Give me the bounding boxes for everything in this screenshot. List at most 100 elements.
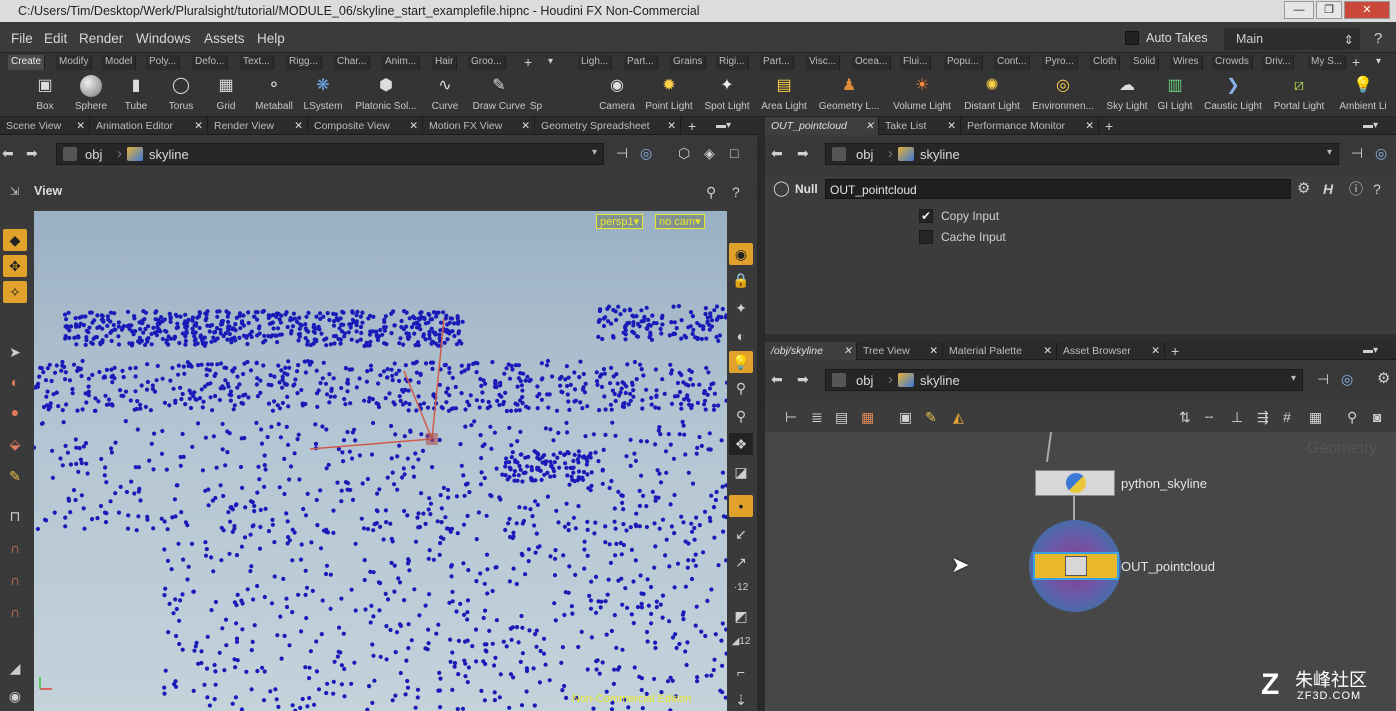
shelf-tab-lights[interactable]: Ligh... bbox=[578, 55, 613, 70]
wireframe-icon[interactable]: ◪ bbox=[729, 461, 753, 483]
tab-performance-monitor[interactable]: Performance Monitor ✕ bbox=[961, 117, 1099, 135]
magnet-4-icon[interactable]: ∩ bbox=[3, 601, 27, 623]
tool-gi-light[interactable]: ▥ GI Light bbox=[1146, 73, 1204, 112]
add-shelf-icon[interactable]: + bbox=[524, 53, 532, 71]
tool-sp[interactable]: Sp bbox=[526, 73, 546, 112]
tab-animation-editor[interactable]: Animation Editor ✕ bbox=[90, 117, 208, 135]
tab-out-pointcloud[interactable]: OUT_pointcloud ✕ bbox=[765, 117, 879, 135]
point-display-icon[interactable]: • bbox=[729, 495, 753, 517]
sort-icon[interactable]: ⇅ bbox=[1179, 408, 1191, 426]
close-icon[interactable]: ✕ bbox=[947, 120, 956, 132]
take-select[interactable]: Main ⇕ bbox=[1224, 28, 1360, 50]
layout-icon[interactable]: ⇶ bbox=[1257, 408, 1269, 426]
copy-input-checkbox[interactable]: ✔ bbox=[919, 209, 933, 223]
tab-render-view[interactable]: Render View ✕ bbox=[208, 117, 308, 135]
shelf-tab-fluid[interactable]: Flui... bbox=[900, 55, 932, 70]
chevron-down-icon[interactable]: ▾ bbox=[1291, 373, 1296, 384]
handle-icon[interactable]: ◐ bbox=[3, 371, 27, 393]
forward-arrow-icon[interactable]: ➡ bbox=[797, 144, 809, 162]
info-icon[interactable]: ⓘ bbox=[1349, 180, 1363, 198]
maximize-button[interactable]: ❐ bbox=[1316, 1, 1342, 19]
shelf-tab-defo[interactable]: Defo... bbox=[192, 55, 229, 70]
close-button[interactable]: ✕ bbox=[1344, 1, 1390, 19]
shelf-tab-pyro[interactable]: Pyro... bbox=[1042, 55, 1078, 70]
link-icon[interactable]: ◎ bbox=[640, 144, 652, 162]
cache-input-checkbox[interactable] bbox=[919, 230, 933, 244]
menu-file[interactable]: File bbox=[11, 31, 33, 46]
tab-asset-browser[interactable]: Asset Browser ✕ bbox=[1057, 342, 1165, 360]
sticky-note-icon[interactable]: ✎ bbox=[925, 408, 937, 426]
persp-menu[interactable]: persp1▾ bbox=[596, 214, 644, 229]
rotate-tool-icon[interactable]: ✧ bbox=[3, 281, 27, 303]
prim-icon[interactable]: ◩ bbox=[729, 605, 753, 627]
close-icon[interactable]: ✕ bbox=[843, 345, 852, 357]
path-root[interactable]: obj bbox=[856, 373, 873, 388]
shelf-tab-part2[interactable]: Part... bbox=[760, 55, 794, 70]
shelf-tab-ocean[interactable]: Ocea... bbox=[852, 55, 892, 70]
add-tab-icon[interactable]: + bbox=[1171, 342, 1179, 360]
gear-icon[interactable]: ⚙ bbox=[1377, 370, 1390, 388]
viewer-menu-icon[interactable]: ⇲ bbox=[10, 183, 19, 201]
shelf-tab-hair[interactable]: Hair bbox=[432, 55, 458, 70]
shelf-tab-groom[interactable]: Groo... bbox=[468, 55, 506, 70]
pane-menu-icon[interactable]: ▬▾ bbox=[716, 117, 731, 135]
tool-camera[interactable]: ◉ Camera bbox=[588, 73, 646, 112]
close-icon[interactable]: ✕ bbox=[294, 120, 303, 132]
shelf-tab-popu[interactable]: Popu... bbox=[944, 55, 983, 70]
back-arrow-icon[interactable]: ⬅ bbox=[771, 144, 783, 162]
snapshot-icon[interactable]: ◉ bbox=[3, 685, 27, 707]
pane-divider[interactable] bbox=[757, 117, 765, 711]
pane-splitter[interactable] bbox=[765, 334, 1396, 342]
node-out-pointcloud[interactable] bbox=[1033, 552, 1119, 580]
close-icon[interactable]: ✕ bbox=[521, 120, 530, 132]
tab-material-palette[interactable]: Material Palette ✕ bbox=[943, 342, 1057, 360]
shelf-tab-anim[interactable]: Anim... bbox=[382, 55, 421, 70]
link-icon[interactable]: ◎ bbox=[1375, 144, 1387, 162]
path-field[interactable]: obj › skyline ▾ bbox=[56, 143, 604, 165]
chevron-down-icon[interactable]: ▾ bbox=[1327, 147, 1332, 158]
handle-center[interactable] bbox=[426, 433, 438, 445]
path-node[interactable]: skyline bbox=[920, 147, 960, 162]
shelf-tab-drive[interactable]: Driv... bbox=[1262, 55, 1295, 70]
pin-icon[interactable]: ⊣ bbox=[616, 144, 628, 162]
camera-snap-icon[interactable]: ⚲ bbox=[729, 405, 753, 427]
shelf-tab-rigi[interactable]: Rigi... bbox=[716, 55, 749, 70]
tool-volume-light[interactable]: ☀ Volume Light bbox=[888, 73, 956, 112]
close-icon[interactable]: ✕ bbox=[1151, 345, 1160, 357]
shelf-tab-my-shelf[interactable]: My S... bbox=[1308, 55, 1347, 70]
shelf-tab-text[interactable]: Text... bbox=[240, 55, 274, 70]
snap-icon[interactable]: ❖ bbox=[729, 433, 753, 455]
forward-arrow-icon[interactable]: ➡ bbox=[797, 370, 809, 388]
search-icon[interactable]: ⚲ bbox=[1347, 408, 1357, 426]
more-icon[interactable]: ⇣ bbox=[729, 689, 753, 711]
shelf-tab-grains[interactable]: Grains bbox=[670, 55, 707, 70]
pin-icon[interactable]: ⊣ bbox=[1351, 144, 1363, 162]
magnet-3-icon[interactable]: ∩ bbox=[3, 569, 27, 591]
tab-motion-fx-view[interactable]: Motion FX View ✕ bbox=[423, 117, 535, 135]
point-numbers-icon[interactable]: ·12 bbox=[729, 577, 753, 599]
menu-windows[interactable]: Windows bbox=[136, 31, 191, 46]
path-node[interactable]: skyline bbox=[920, 373, 960, 388]
tab-composite-view[interactable]: Composite View ✕ bbox=[308, 117, 423, 135]
path-field[interactable]: obj › skyline ▾ bbox=[825, 143, 1339, 165]
table-icon[interactable]: ▤ bbox=[835, 408, 848, 426]
path-root[interactable]: obj bbox=[856, 147, 873, 162]
select-tool-icon[interactable]: ◆ bbox=[3, 229, 27, 251]
paint-icon[interactable]: ◢ bbox=[3, 657, 27, 679]
add-tab-icon[interactable]: + bbox=[1105, 117, 1113, 135]
lock-icon[interactable]: 🔒 bbox=[729, 269, 753, 291]
tool-point-light[interactable]: ✹ Point Light bbox=[640, 73, 698, 112]
bulb-icon[interactable]: 💡 bbox=[729, 351, 753, 373]
tool-lsystem[interactable]: ❋ LSystem bbox=[294, 73, 352, 112]
close-icon[interactable]: ✕ bbox=[76, 120, 85, 132]
close-icon[interactable]: ✕ bbox=[1043, 345, 1052, 357]
shelf-tab-char[interactable]: Char... bbox=[334, 55, 371, 70]
prim-numbers-icon[interactable]: ◢12 bbox=[729, 631, 753, 653]
tool-platonic[interactable]: ⬢ Platonic Sol... bbox=[352, 73, 420, 112]
grid-toggle-icon[interactable]: ▦ bbox=[1309, 408, 1322, 426]
pointer-icon[interactable]: ➤ bbox=[3, 341, 27, 363]
add-tab-icon[interactable]: + bbox=[688, 117, 696, 135]
tool-caustic-light[interactable]: ❯ Caustic Light bbox=[1200, 73, 1266, 112]
tool-ambient-light[interactable]: 💡 Ambient Li bbox=[1332, 73, 1394, 112]
close-icon[interactable]: ✕ bbox=[929, 345, 938, 357]
